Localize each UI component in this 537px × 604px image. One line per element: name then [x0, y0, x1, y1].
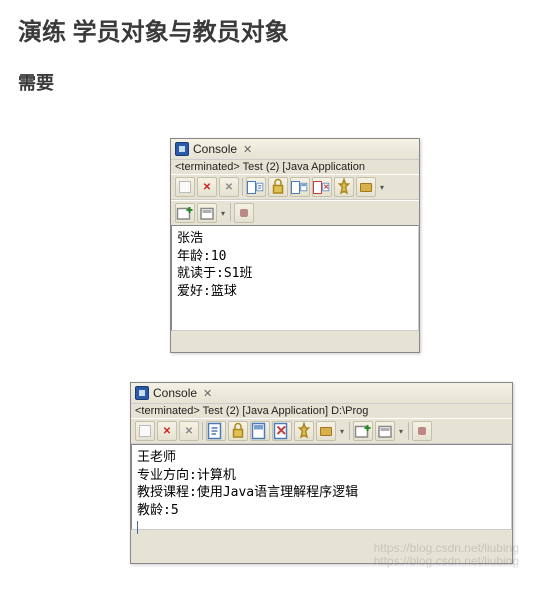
toolbar-separator: [408, 422, 409, 440]
minimize-button[interactable]: [412, 421, 432, 441]
pin-console-button[interactable]: [294, 421, 314, 441]
terminate-button[interactable]: [175, 177, 195, 197]
close-tab-icon[interactable]: ✕: [203, 387, 212, 400]
remove-launch-button[interactable]: [157, 421, 177, 441]
output-line: 年龄:10: [177, 248, 413, 266]
console-dropdown-icon[interactable]: ▾: [378, 183, 386, 192]
display-selected-console-button[interactable]: [316, 421, 336, 441]
remove-launch-button[interactable]: [197, 177, 217, 197]
console-icon: [135, 386, 149, 400]
console-dropdown-icon[interactable]: ▾: [338, 427, 346, 436]
console-window-1: Console ✕ <terminated> Test (2) [Java Ap…: [170, 138, 420, 353]
open-console-button[interactable]: [197, 203, 217, 223]
pin-console-button[interactable]: [334, 177, 354, 197]
close-tab-icon[interactable]: ✕: [243, 143, 252, 156]
scroll-lock-button[interactable]: [228, 421, 248, 441]
output-line: 就读于:S1班: [177, 265, 413, 283]
new-console-button[interactable]: [175, 203, 195, 223]
new-console-button[interactable]: [353, 421, 373, 441]
text-cursor: [137, 521, 138, 534]
bottom-toolbar: ▾: [171, 200, 419, 225]
console-output: 张浩 年龄:10 就读于:S1班 爱好:篮球: [171, 225, 419, 331]
open-console-dropdown-icon[interactable]: ▾: [219, 203, 227, 223]
output-line: 专业方向:计算机: [137, 467, 506, 485]
show-stderr-button[interactable]: [312, 177, 332, 197]
terminate-button[interactable]: [135, 421, 155, 441]
output-line: 张浩: [177, 230, 413, 248]
remove-all-terminated-button[interactable]: [179, 421, 199, 441]
toolbar-separator: [349, 422, 350, 440]
section-heading: 需要: [18, 69, 519, 95]
toolbar-separator: [242, 178, 243, 196]
console-tab-bar: Console ✕: [171, 139, 419, 160]
minimize-button[interactable]: [234, 203, 254, 223]
open-console-button[interactable]: [375, 421, 395, 441]
output-line: 爱好:篮球: [177, 283, 413, 301]
console-tab-label[interactable]: Console: [193, 142, 237, 156]
termination-line: <terminated> Test (2) [Java Application: [171, 160, 419, 174]
console-output: 王老师 专业方向:计算机 教授课程:使用Java语言理解程序逻辑 教龄:5: [131, 444, 512, 530]
output-line: 王老师: [137, 449, 506, 467]
output-line: 教授课程:使用Java语言理解程序逻辑: [137, 484, 506, 502]
toolbar-separator: [230, 203, 231, 221]
termination-line: <terminated> Test (2) [Java Application]…: [131, 404, 512, 418]
console-window-2: Console ✕ <terminated> Test (2) [Java Ap…: [130, 382, 513, 564]
remove-all-terminated-button[interactable]: [219, 177, 239, 197]
console-icon: [175, 142, 189, 156]
output-line: 教龄:5: [137, 502, 506, 520]
clear-console-button[interactable]: [246, 177, 266, 197]
page-title: 演练 学员对象与教员对象: [18, 12, 519, 47]
show-console-button[interactable]: [290, 177, 310, 197]
console-toolbar: ▾: [171, 174, 419, 200]
scroll-lock-button[interactable]: [268, 177, 288, 197]
console-tab-label[interactable]: Console: [153, 386, 197, 400]
open-console-dropdown-icon[interactable]: ▾: [397, 427, 405, 436]
show-stderr-button[interactable]: [272, 421, 292, 441]
console-toolbar: ▾ ▾: [131, 418, 512, 444]
show-console-button[interactable]: [250, 421, 270, 441]
console-tab-bar: Console ✕: [131, 383, 512, 404]
clear-console-button[interactable]: [206, 421, 226, 441]
toolbar-separator: [202, 422, 203, 440]
display-selected-console-button[interactable]: [356, 177, 376, 197]
